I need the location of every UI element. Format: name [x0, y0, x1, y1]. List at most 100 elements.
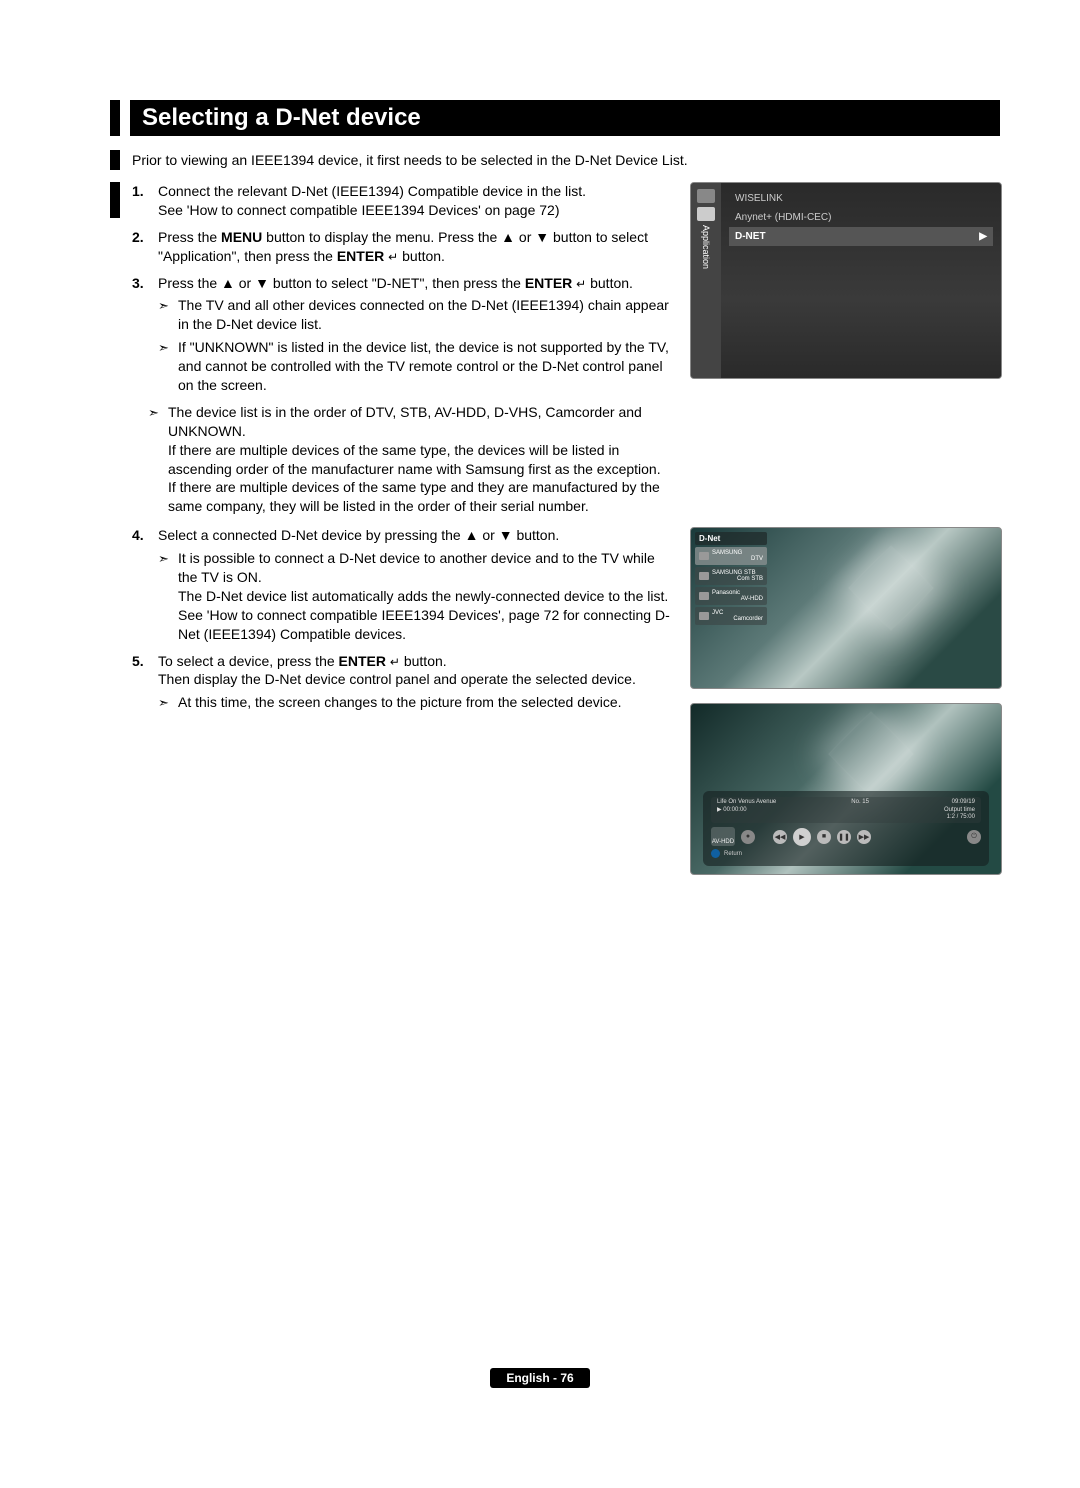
step-1: 1. Connect the relevant D-Net (IEEE1394)…: [132, 182, 670, 220]
step-text: button.: [400, 653, 447, 669]
screenshot-application-menu: Application WISELINK Anynet+ (HDMI-CEC) …: [690, 182, 1002, 379]
channel-number: No. 15: [851, 799, 869, 821]
step-5: 5. To select a device, press the ENTER ↵…: [132, 652, 670, 713]
menu-item-dnet[interactable]: D-NET ▶: [729, 227, 993, 246]
step-text: To select a device, press the: [158, 653, 339, 669]
device-list-title: D-Net: [695, 532, 767, 545]
control-info-bar: Life On Venus Avenue ▶ 00:00:00 No. 15 0…: [711, 797, 981, 823]
background-flare: [849, 546, 934, 631]
note: ➣ The device list is in the order of DTV…: [148, 403, 670, 516]
device-icon: [699, 592, 709, 600]
output-label: Output time: [944, 807, 975, 814]
menu-label: MENU: [221, 229, 262, 245]
page-number: English - 76: [490, 1368, 589, 1388]
device-icon: [699, 552, 709, 560]
return-label: Return: [724, 851, 742, 857]
list-accent: [110, 182, 120, 218]
background-flare: [829, 712, 914, 797]
sidebar-label: Application: [701, 225, 711, 269]
chevron-right-icon: ▶: [979, 231, 987, 242]
bullet-icon: ➣: [148, 403, 162, 516]
bullet-icon: ➣: [158, 338, 172, 395]
step-number: 1.: [132, 182, 158, 220]
elapsed-time: ▶ 00:00:00: [717, 807, 776, 814]
device-type: AV-HDD: [712, 596, 763, 602]
instruction-list: 1. Connect the relevant D-Net (IEEE1394)…: [132, 182, 670, 875]
step-text: Press the: [158, 229, 221, 245]
page-title: Selecting a D-Net device: [130, 100, 1000, 136]
enter-icon: ↵: [390, 655, 400, 669]
enter-icon: ↵: [576, 277, 586, 291]
menu-sidebar: Application: [691, 183, 721, 378]
forward-button[interactable]: ▶▶: [857, 830, 871, 844]
date: 09:09/19: [944, 799, 975, 806]
transport-controls: AV-HDD ● ◀◀ ▶ ■ ❚❚ ▶▶ ⏻: [711, 827, 981, 846]
step-2: 2. Press the MENU button to display the …: [132, 228, 670, 266]
screenshot-control-panel: Life On Venus Avenue ▶ 00:00:00 No. 15 0…: [690, 703, 1002, 875]
device-list-panel: D-Net SAMSUNG DTV SAMSUNG STB Com STB: [695, 532, 767, 682]
device-icon: [699, 612, 709, 620]
device-item[interactable]: SAMSUNG STB Com STB: [695, 567, 767, 585]
step-4: 4. Select a connected D-Net device by pr…: [132, 526, 670, 643]
heading-accent: [110, 100, 120, 136]
menu-main: WISELINK Anynet+ (HDMI-CEC) D-NET ▶: [721, 183, 1001, 378]
page-footer: English - 76: [0, 1368, 1080, 1388]
menu-item-label: D-NET: [735, 231, 766, 242]
step-text: button.: [586, 275, 633, 291]
intro-row: Prior to viewing an IEEE1394 device, it …: [110, 150, 1000, 170]
step-text: See 'How to connect compatible IEEE1394 …: [158, 201, 670, 220]
step-text: Then display the D-Net device control pa…: [158, 670, 670, 689]
device-item[interactable]: SAMSUNG DTV: [695, 547, 767, 565]
bullet-text: The TV and all other devices connected o…: [178, 296, 670, 334]
note-text: The device list is in the order of DTV, …: [168, 403, 670, 516]
bullet-text: At this time, the screen changes to the …: [178, 693, 670, 712]
bullet-icon: ➣: [158, 693, 172, 712]
step-number: 5.: [132, 652, 158, 713]
duration: 1:2 / 75:00: [944, 814, 975, 821]
device-type: Com STB: [712, 576, 763, 582]
pause-button[interactable]: ❚❚: [837, 830, 851, 844]
device-icon: [699, 572, 709, 580]
bullet-text: It is possible to connect a D-Net device…: [178, 549, 670, 587]
enter-label: ENTER: [525, 275, 572, 291]
screenshot-device-list: D-Net SAMSUNG DTV SAMSUNG STB Com STB: [690, 527, 1002, 689]
device-type: Camcorder: [712, 616, 763, 622]
control-panel: Life On Venus Avenue ▶ 00:00:00 No. 15 0…: [703, 791, 989, 866]
device-item[interactable]: Panasonic AV-HDD: [695, 587, 767, 605]
bullet-icon: ➣: [158, 549, 172, 643]
step-text: button.: [398, 248, 445, 264]
sidebar-icon: [697, 189, 715, 203]
step-text: Press the ▲ or ▼ button to select "D-NET…: [158, 275, 525, 291]
bullet-icon: ➣: [158, 296, 172, 334]
intro-text: Prior to viewing an IEEE1394 device, it …: [132, 150, 688, 170]
device-type: DTV: [712, 556, 763, 562]
return-icon: [711, 849, 720, 858]
step-text: The D-Net device list automatically adds…: [178, 587, 670, 606]
step-number: 4.: [132, 526, 158, 643]
stop-button[interactable]: ■: [817, 830, 831, 844]
enter-icon: ↵: [388, 250, 398, 264]
device-type-badge: AV-HDD: [711, 827, 735, 846]
step-number: 2.: [132, 228, 158, 266]
record-button[interactable]: ●: [741, 830, 755, 844]
step-number: 3.: [132, 274, 158, 395]
control-footer: Return: [711, 849, 981, 858]
sidebar-icon: [697, 207, 715, 221]
play-button[interactable]: ▶: [793, 828, 811, 846]
spacer: [690, 393, 1000, 513]
step-text: See 'How to connect compatible IEEE1394 …: [178, 606, 670, 644]
step-text: Select a connected D-Net device by press…: [158, 526, 670, 545]
device-item[interactable]: JVC Camcorder: [695, 607, 767, 625]
power-button[interactable]: ⏻: [967, 830, 981, 844]
program-title: Life On Venus Avenue: [717, 799, 776, 806]
menu-item-wiselink[interactable]: WISELINK: [729, 189, 993, 208]
rewind-button[interactable]: ◀◀: [773, 830, 787, 844]
intro-accent: [110, 150, 120, 170]
enter-label: ENTER: [339, 653, 386, 669]
menu-item-anynet[interactable]: Anynet+ (HDMI-CEC): [729, 208, 993, 227]
section-heading: Selecting a D-Net device: [110, 100, 1000, 136]
step-text: Connect the relevant D-Net (IEEE1394) Co…: [158, 182, 670, 201]
enter-label: ENTER: [337, 248, 384, 264]
step-3: 3. Press the ▲ or ▼ button to select "D-…: [132, 274, 670, 395]
bullet-text: If "UNKNOWN" is listed in the device lis…: [178, 338, 670, 395]
